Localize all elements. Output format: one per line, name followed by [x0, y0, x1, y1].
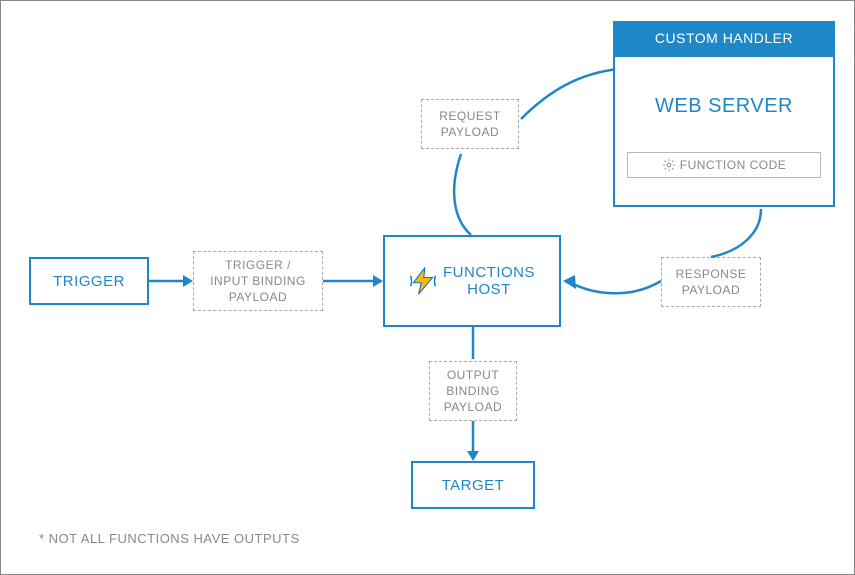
- target-node: TARGET: [411, 461, 535, 509]
- footnote-text: * NOT ALL FUNCTIONS HAVE OUTPUTS: [39, 531, 300, 546]
- footnote-label: * NOT ALL FUNCTIONS HAVE OUTPUTS: [39, 531, 300, 546]
- input-payload-node: TRIGGER / INPUT BINDING PAYLOAD: [193, 251, 323, 311]
- arrow-output-to-target: [463, 421, 483, 461]
- output-payload-node: OUTPUT BINDING PAYLOAD: [429, 361, 517, 421]
- trigger-label: TRIGGER: [53, 273, 125, 290]
- gear-icon: [662, 158, 676, 172]
- response-payload-label: RESPONSE PAYLOAD: [676, 266, 747, 298]
- arrow-host-to-output: [463, 327, 483, 363]
- function-code-label: FUNCTION CODE: [680, 158, 787, 172]
- arrow-trigger-to-input: [149, 271, 193, 291]
- input-payload-label: TRIGGER / INPUT BINDING PAYLOAD: [210, 257, 306, 306]
- request-payload-label: REQUEST PAYLOAD: [439, 108, 501, 140]
- function-code-node: FUNCTION CODE: [627, 152, 821, 178]
- web-server-label: WEB SERVER: [655, 95, 793, 118]
- custom-handler-header-label: CUSTOM HANDLER: [655, 30, 793, 46]
- functions-host-node: FUNCTIONS HOST: [383, 235, 561, 327]
- arrow-input-to-host: [323, 271, 383, 291]
- arrow-handler-to-response: [701, 207, 781, 262]
- lightning-icon: [409, 267, 437, 295]
- output-payload-label: OUTPUT BINDING PAYLOAD: [444, 367, 502, 416]
- request-payload-node: REQUEST PAYLOAD: [421, 99, 519, 149]
- web-server-node: WEB SERVER FUNCTION CODE: [613, 55, 835, 207]
- functions-host-label: FUNCTIONS HOST: [443, 264, 535, 298]
- arrow-host-to-request: [441, 149, 491, 239]
- diagram-canvas: TRIGGER TRIGGER / INPUT BINDING PAYLOAD …: [0, 0, 855, 575]
- custom-handler-header: CUSTOM HANDLER: [613, 21, 835, 55]
- target-label: TARGET: [442, 477, 505, 494]
- trigger-node: TRIGGER: [29, 257, 149, 305]
- arrow-response-to-host: [561, 269, 665, 309]
- response-payload-node: RESPONSE PAYLOAD: [661, 257, 761, 307]
